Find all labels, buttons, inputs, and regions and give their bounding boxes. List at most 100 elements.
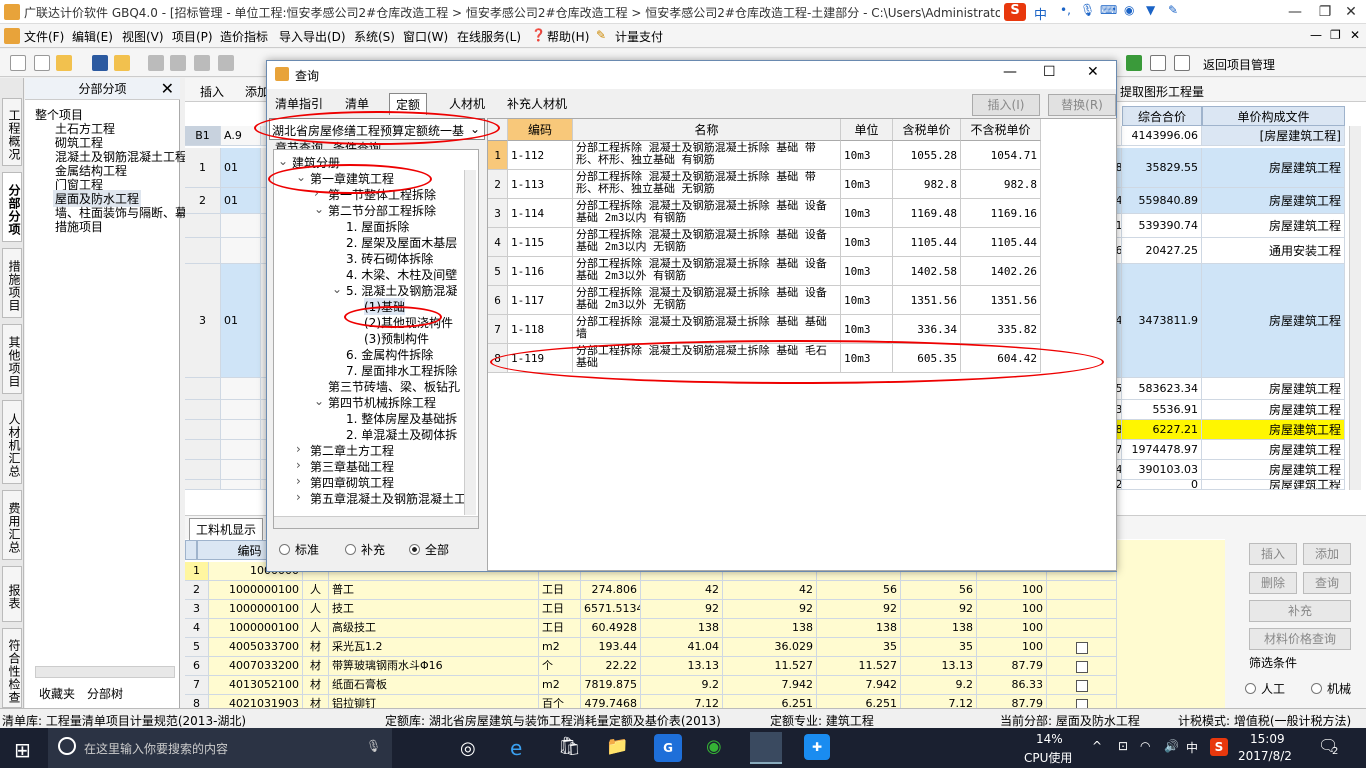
- sogou-icon[interactable]: S: [1004, 3, 1026, 21]
- collapse-chevron-icon[interactable]: ›: [296, 458, 301, 472]
- volume-icon[interactable]: 🔊: [1164, 739, 1179, 753]
- menu-project[interactable]: 项目(P): [172, 28, 213, 45]
- store-icon[interactable]: 🛍: [558, 736, 581, 757]
- copy-icon[interactable]: [170, 55, 186, 71]
- result-cell-name[interactable]: 分部工程拆除 混凝土及钢筋混凝土拆除 基础 带形、杯形、独立基础 无钢筋: [573, 170, 841, 199]
- dialog-minimize-icon[interactable]: —: [1003, 64, 1017, 80]
- result-cell-taxed[interactable]: 982.8: [893, 170, 961, 199]
- result-cell-taxed[interactable]: 1055.28: [893, 141, 961, 170]
- row-price-file[interactable]: 房屋建筑工程: [1202, 378, 1345, 400]
- tree-scrollbar[interactable]: [35, 666, 175, 678]
- menu-view[interactable]: 视图(V): [122, 28, 164, 45]
- result-cell-untaxed[interactable]: 1169.16: [961, 199, 1041, 228]
- explorer-icon[interactable]: 📁: [606, 736, 628, 757]
- expand-chevron-icon[interactable]: ⌄: [314, 202, 324, 216]
- result-cell-unit[interactable]: 10m3: [841, 170, 893, 199]
- result-cell-name[interactable]: 分部工程拆除 混凝土及钢筋混凝土拆除 基础 设备基础 2m3以内 有钢筋: [573, 199, 841, 228]
- child-minimize-icon[interactable]: —: [1310, 28, 1322, 42]
- tab-labor-material-display[interactable]: 工料机显示: [189, 518, 264, 541]
- row-price-file[interactable]: 房屋建筑工程: [1202, 214, 1345, 238]
- browser-icon[interactable]: ◉: [706, 736, 722, 757]
- result-cell-unit[interactable]: 10m3: [841, 286, 893, 315]
- tree-node[interactable]: 6. 金属构件拆除: [346, 346, 433, 363]
- menu-file[interactable]: 文件(F): [24, 28, 64, 45]
- checkbox[interactable]: [1076, 680, 1088, 692]
- tools-icon[interactable]: ✎: [1168, 3, 1178, 17]
- result-cell-no[interactable]: 4: [488, 228, 508, 257]
- tree-node[interactable]: 第二节分部工程拆除: [328, 202, 436, 219]
- tab-labor-material[interactable]: 人材机: [443, 93, 491, 115]
- tree-node[interactable]: (3)预制构件: [364, 330, 429, 347]
- windows-start-icon[interactable]: ⊞: [14, 738, 31, 762]
- result-cell-taxed[interactable]: 1169.48: [893, 199, 961, 228]
- main-vscrollbar[interactable]: [1349, 126, 1361, 490]
- row-price-file[interactable]: 房屋建筑工程: [1202, 480, 1345, 490]
- tab-measures[interactable]: 措施项目: [2, 248, 22, 318]
- wifi-icon[interactable]: ◠: [1140, 739, 1150, 753]
- result-cell-untaxed[interactable]: 1105.44: [961, 228, 1041, 257]
- tree-node[interactable]: 1. 屋面拆除: [346, 218, 409, 235]
- cortana-icon[interactable]: ◎: [460, 738, 476, 759]
- tree-node[interactable]: 第二章土方工程: [310, 442, 394, 459]
- child-close-icon[interactable]: ✕: [1350, 28, 1360, 42]
- result-cell-untaxed[interactable]: 1351.56: [961, 286, 1041, 315]
- filter-machine-radio[interactable]: 机械: [1311, 680, 1351, 697]
- book-icon[interactable]: [1126, 55, 1142, 71]
- tree-node[interactable]: 2. 单混凝土及砌体拆: [346, 426, 457, 443]
- row-price-file[interactable]: 通用安装工程: [1202, 238, 1345, 264]
- tree-node[interactable]: 7. 屋面排水工程拆除: [346, 362, 457, 379]
- expand-chevron-icon[interactable]: ⌄: [332, 282, 342, 296]
- ime-toolbar[interactable]: S 中 •, 🎙 ⌨ ◉ ▼ ✎: [1000, 2, 1210, 23]
- tree-node[interactable]: 第三节砖墙、梁、板钻孔: [328, 378, 460, 395]
- result-cell-name[interactable]: 分部工程拆除 混凝土及钢筋混凝土拆除 基础 设备基础 2m3以外 有钢筋: [573, 257, 841, 286]
- expand-chevron-icon[interactable]: ⌄: [314, 394, 324, 408]
- menu-edit[interactable]: 编辑(E): [72, 28, 113, 45]
- tab-favorites[interactable]: 收藏夹: [39, 685, 75, 702]
- tree-node[interactable]: 5. 混凝土及钢筋混凝: [346, 282, 457, 299]
- tree-node[interactable]: 1. 整体房屋及基础拆: [346, 410, 457, 427]
- row-price-file[interactable]: 房屋建筑工程: [1202, 148, 1345, 188]
- radio-all[interactable]: 全部: [409, 541, 449, 558]
- supplement-button[interactable]: 补充: [1249, 600, 1351, 622]
- row-price-file[interactable]: 房屋建筑工程: [1202, 420, 1345, 440]
- tab-fee-summary[interactable]: 费用汇总: [2, 490, 22, 560]
- result-cell-untaxed[interactable]: 335.82: [961, 315, 1041, 344]
- result-cell-unit[interactable]: 10m3: [841, 141, 893, 170]
- insert-button[interactable]: 插入: [200, 83, 224, 100]
- punctuation-icon[interactable]: •,: [1060, 3, 1071, 17]
- tree-item[interactable]: 措施项目: [55, 218, 103, 235]
- close-icon[interactable]: ✕: [1336, 2, 1366, 22]
- result-cell-code[interactable]: 1-112: [508, 141, 573, 170]
- expand-chevron-icon[interactable]: ⌄: [278, 154, 288, 168]
- keyboard-icon[interactable]: ⌨: [1100, 3, 1117, 17]
- tree-node[interactable]: 2. 屋架及屋面木基层: [346, 234, 457, 251]
- row-price-file[interactable]: 房屋建筑工程: [1202, 440, 1345, 460]
- edge-icon[interactable]: e: [510, 736, 522, 760]
- menu-window[interactable]: 窗口(W): [403, 28, 448, 45]
- result-cell-no[interactable]: 3: [488, 199, 508, 228]
- dialog-close-icon[interactable]: ✕: [1087, 64, 1099, 80]
- tab-division-tree[interactable]: 分部树: [87, 685, 123, 702]
- menu-online[interactable]: 在线服务(L): [457, 28, 521, 45]
- result-cell-taxed[interactable]: 1105.44: [893, 228, 961, 257]
- result-cell-no[interactable]: 2: [488, 170, 508, 199]
- folder-icon[interactable]: [114, 55, 130, 71]
- checkbox[interactable]: [1076, 661, 1088, 673]
- network-icon[interactable]: ⊡: [1118, 739, 1128, 753]
- result-cell-code[interactable]: 1-115: [508, 228, 573, 257]
- radio-supplement[interactable]: 补充: [345, 541, 385, 558]
- result-cell-taxed[interactable]: 1402.58: [893, 257, 961, 286]
- close-panel-icon[interactable]: ✕: [161, 78, 174, 100]
- menu-system[interactable]: 系统(S): [354, 28, 395, 45]
- tree-hscrollbar[interactable]: [274, 516, 478, 528]
- delete-icon[interactable]: [218, 55, 234, 71]
- cut-icon[interactable]: [148, 55, 164, 71]
- menu-cost-index[interactable]: 造价指标: [220, 28, 268, 45]
- lower-query-button[interactable]: 查询: [1303, 572, 1351, 594]
- skin-icon[interactable]: ◉: [1124, 3, 1134, 17]
- tree-node[interactable]: 3. 砖石砌体拆除: [346, 250, 433, 267]
- glodon-icon[interactable]: G: [654, 734, 682, 762]
- extract-measure-button[interactable]: 提取图形工程量: [1120, 83, 1204, 100]
- minimize-icon[interactable]: —: [1280, 2, 1310, 22]
- child-restore-icon[interactable]: ❐: [1330, 28, 1341, 42]
